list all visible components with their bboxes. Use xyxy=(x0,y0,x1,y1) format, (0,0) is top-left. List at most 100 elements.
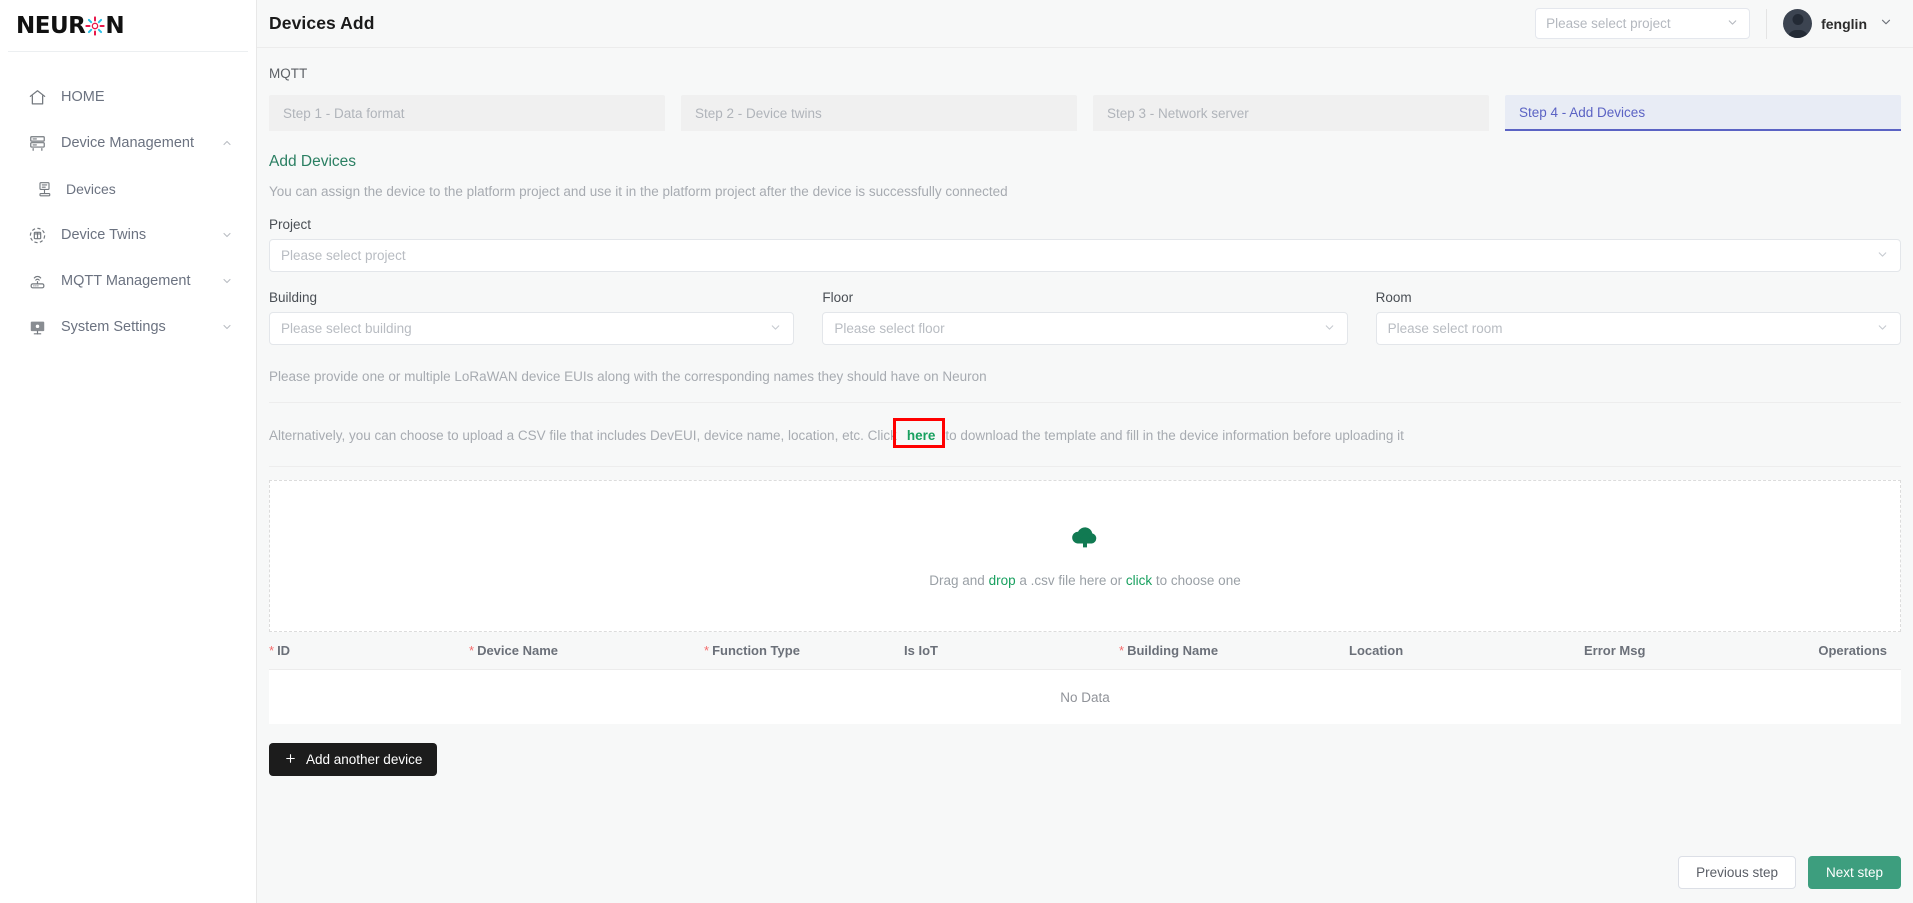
chevron-down-icon[interactable] xyxy=(1879,15,1893,32)
steps-tabs: Step 1 - Data format Step 2 - Device twi… xyxy=(269,95,1901,131)
sidebar-item-label: HOME xyxy=(61,89,105,105)
required-asterisk: * xyxy=(469,643,475,658)
logo-text-part2: N xyxy=(105,12,125,39)
sidebar-item-label: Device Management xyxy=(61,135,194,151)
sidebar-item-system-settings[interactable]: System Settings xyxy=(0,304,256,350)
sidebar-item-device-twins[interactable]: Device Twins xyxy=(0,212,256,258)
chevron-down-icon[interactable] xyxy=(220,274,234,288)
tab-step-1-label: Step 1 - Data format xyxy=(283,105,405,121)
dropzone-text-click: click xyxy=(1125,573,1153,588)
sidebar-nav: HOME Device Management Devices Device Tw… xyxy=(0,52,256,350)
floor-field-label: Floor xyxy=(822,290,854,305)
chevron-up-icon[interactable] xyxy=(220,136,234,150)
tab-step-1[interactable]: Step 1 - Data format xyxy=(269,95,665,131)
next-step-label: Next step xyxy=(1825,865,1883,880)
sidebar-item-mqtt-management[interactable]: MQTT Management xyxy=(0,258,256,304)
sidebar: NEUR N HOME Device Management Devices De… xyxy=(0,0,257,903)
topbar-project-select-value: Please select project xyxy=(1546,16,1671,31)
dropzone-text-after: to choose one xyxy=(1152,573,1241,588)
building-select-value: Please select building xyxy=(281,321,412,336)
monitor-icon xyxy=(26,316,48,338)
column-header-is-iot: Is IoT xyxy=(904,643,1119,658)
logo[interactable]: NEUR N xyxy=(8,0,248,52)
tab-step-2-label: Step 2 - Device twins xyxy=(695,105,822,121)
wizard-footer: Previous step Next step xyxy=(1678,856,1901,889)
add-devices-card: Add Devices You can assign the device to… xyxy=(269,131,1901,776)
dropzone-text-drop: drop xyxy=(988,573,1016,588)
csv-dropzone[interactable]: Drag and drop a .csv file here or click … xyxy=(269,480,1901,632)
dropzone-text-before: Drag and xyxy=(929,573,989,588)
tab-step-4[interactable]: Step 4 - Add Devices xyxy=(1505,95,1901,131)
table-header-row: * ID * Device Name * Function Type Is IoT *… xyxy=(269,632,1901,670)
dropzone-text: Drag and drop a .csv file here or click … xyxy=(929,573,1240,588)
required-asterisk: * xyxy=(704,643,710,658)
project-select-value: Please select project xyxy=(281,248,406,263)
csv-hint-before: Alternatively, you can choose to upload … xyxy=(269,428,897,443)
logo-text-part1: NEUR xyxy=(16,12,86,39)
chevron-down-icon[interactable] xyxy=(220,228,234,242)
here-link-wrapper: here xyxy=(892,418,945,448)
column-header-function-type-label: Function Type xyxy=(712,643,800,658)
project-select[interactable]: Please select project xyxy=(269,239,1901,272)
required-asterisk: * xyxy=(1119,643,1125,658)
previous-step-label: Previous step xyxy=(1696,865,1778,880)
tab-step-2[interactable]: Step 2 - Device twins xyxy=(681,95,1077,131)
column-header-building-name: * Building Name xyxy=(1119,643,1349,658)
column-header-is-iot-label: Is IoT xyxy=(904,643,938,658)
devices-table: * ID * Device Name * Function Type Is IoT *… xyxy=(269,632,1901,724)
main-area: Devices Add Please select project fengli… xyxy=(257,0,1913,903)
tab-step-3[interactable]: Step 3 - Network server xyxy=(1093,95,1489,131)
required-asterisk: * xyxy=(269,643,275,658)
logo-text: NEUR N xyxy=(16,12,125,39)
avatar xyxy=(1783,9,1813,38)
room-select-value: Please select room xyxy=(1387,321,1503,336)
server-icon xyxy=(26,132,48,154)
tab-step-4-label: Step 4 - Add Devices xyxy=(1519,104,1646,120)
chevron-down-icon[interactable] xyxy=(220,320,234,334)
download-template-link[interactable]: here xyxy=(901,426,942,445)
chevron-down-icon xyxy=(1726,16,1739,32)
building-field-label: Building xyxy=(269,290,318,305)
room-select[interactable]: Please select room xyxy=(1375,312,1901,345)
column-header-location-label: Location xyxy=(1349,643,1404,658)
csv-hint-after: to download the template and fill in the… xyxy=(945,428,1404,443)
chevron-down-icon xyxy=(769,321,782,336)
column-header-function-type: * Function Type xyxy=(704,643,904,658)
sidebar-item-devices[interactable]: Devices xyxy=(0,166,256,212)
location-fields-row: Building Please select building Floor Pl… xyxy=(269,272,1901,345)
column-header-device-name: * Device Name xyxy=(469,643,704,658)
dropzone-text-mid: a .csv file here or xyxy=(1015,573,1126,588)
column-header-error-msg-label: Error Msg xyxy=(1584,643,1646,658)
topbar-divider xyxy=(1766,8,1768,39)
floor-select[interactable]: Please select floor xyxy=(822,312,1348,345)
topbar-project-select[interactable]: Please select project xyxy=(1535,8,1751,39)
cloud-upload-icon xyxy=(1069,524,1101,555)
column-header-building-name-label: Building Name xyxy=(1127,643,1219,658)
breadcrumb: MQTT xyxy=(269,66,308,81)
device-list-icon xyxy=(36,179,56,199)
plus-icon xyxy=(284,752,297,768)
floor-field: Floor Please select floor xyxy=(822,272,1348,345)
add-another-device-button[interactable]: Add another device xyxy=(269,743,438,776)
sidebar-item-device-management[interactable]: Device Management xyxy=(0,120,256,166)
table-empty-text: No Data xyxy=(1060,689,1110,705)
topbar: Devices Add Please select project fengli… xyxy=(257,0,1913,48)
previous-step-button[interactable]: Previous step xyxy=(1678,856,1796,889)
column-header-id: * ID xyxy=(269,643,469,658)
chevron-down-icon xyxy=(1876,248,1889,263)
column-header-operations-label: Operations xyxy=(1818,643,1887,658)
chevron-down-icon xyxy=(1876,321,1889,336)
building-select[interactable]: Please select building xyxy=(269,312,795,345)
section-description: You can assign the device to the platfor… xyxy=(269,184,1008,199)
page-title: Devices Add xyxy=(269,13,375,33)
gear-flower-icon xyxy=(85,15,106,36)
next-step-button[interactable]: Next step xyxy=(1807,856,1901,889)
sidebar-item-home[interactable]: HOME xyxy=(0,74,256,120)
user-menu[interactable]: fenglin xyxy=(1783,9,1893,38)
chevron-down-icon xyxy=(1323,321,1336,336)
column-header-device-name-label: Device Name xyxy=(477,643,559,658)
sidebar-item-label: Device Twins xyxy=(61,227,147,243)
column-header-id-label: ID xyxy=(277,643,291,658)
floor-select-value: Please select floor xyxy=(834,321,945,336)
room-field-label: Room xyxy=(1375,290,1412,305)
